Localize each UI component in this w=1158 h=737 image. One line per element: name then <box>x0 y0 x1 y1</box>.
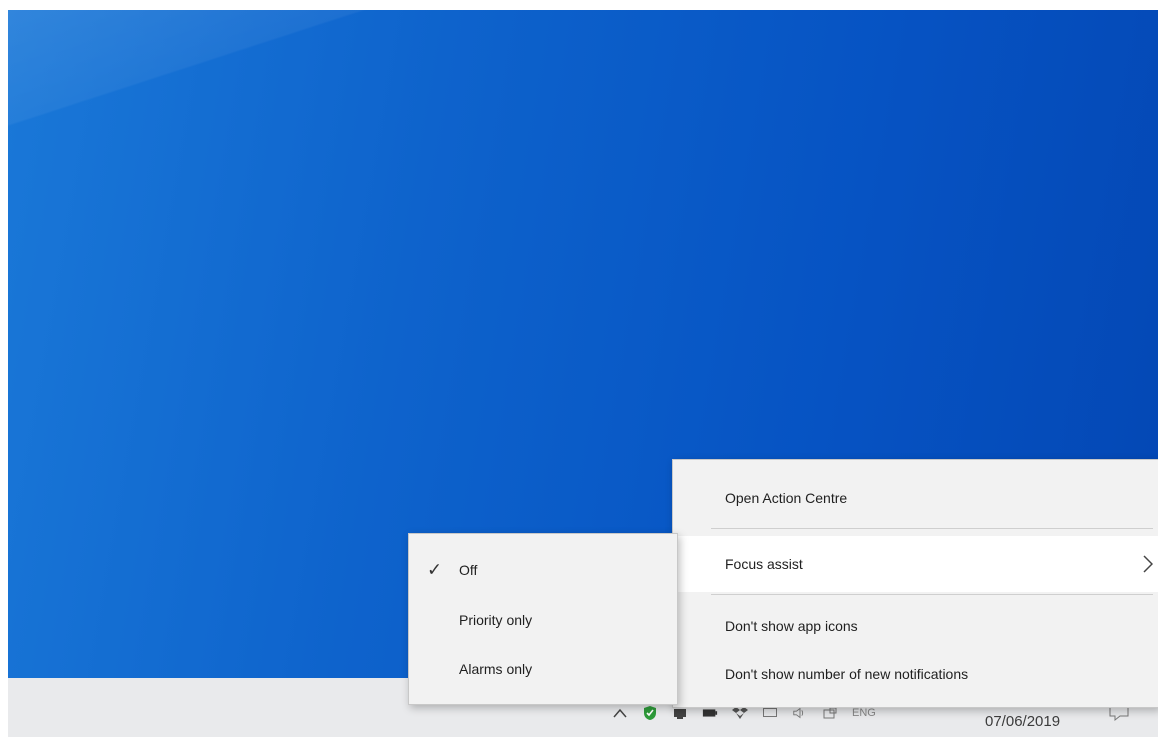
chevron-right-icon <box>1143 555 1154 573</box>
menu-item-label: Off <box>459 562 478 578</box>
menu-item-focus-assist[interactable]: Focus assist <box>673 536 1158 592</box>
volume-icon[interactable] <box>792 706 808 720</box>
menu-item-label: Don't show app icons <box>725 618 858 634</box>
keyboard-icon[interactable] <box>822 706 838 720</box>
menu-separator <box>711 528 1153 529</box>
menu-item-dont-show-notification-count[interactable]: Don't show number of new notifications <box>673 652 1158 696</box>
screen: ENG 07/06/2019 Open Action Centre Focus … <box>0 0 1158 737</box>
focus-assist-submenu: ✓ Off Priority only Alarms only <box>408 533 678 705</box>
menu-separator <box>711 594 1153 595</box>
dropbox-icon[interactable] <box>732 706 748 720</box>
network-adapter-icon[interactable] <box>672 706 688 720</box>
checkmark-icon: ✓ <box>427 559 443 580</box>
menu-item-open-action-centre[interactable]: Open Action Centre <box>673 478 1158 518</box>
language-indicator[interactable]: ENG <box>852 707 876 719</box>
focus-option-priority-only[interactable]: Priority only <box>409 598 677 642</box>
menu-item-dont-show-app-icons[interactable]: Don't show app icons <box>673 604 1158 648</box>
battery-icon[interactable] <box>702 706 718 720</box>
menu-item-label: Focus assist <box>725 556 803 572</box>
chevron-up-icon[interactable] <box>612 706 628 720</box>
taskbar-date[interactable]: 07/06/2019 <box>985 713 1060 730</box>
display-icon[interactable] <box>762 706 778 720</box>
menu-item-label: Don't show number of new notifications <box>725 666 969 682</box>
menu-item-label: Alarms only <box>459 661 533 677</box>
shield-icon[interactable] <box>642 706 658 720</box>
focus-option-off[interactable]: ✓ Off <box>409 548 677 592</box>
focus-option-alarms-only[interactable]: Alarms only <box>409 647 677 691</box>
menu-item-label: Open Action Centre <box>725 490 848 506</box>
notification-context-menu: Open Action Centre Focus assist Don't sh… <box>672 459 1158 708</box>
menu-item-label: Priority only <box>459 612 533 628</box>
